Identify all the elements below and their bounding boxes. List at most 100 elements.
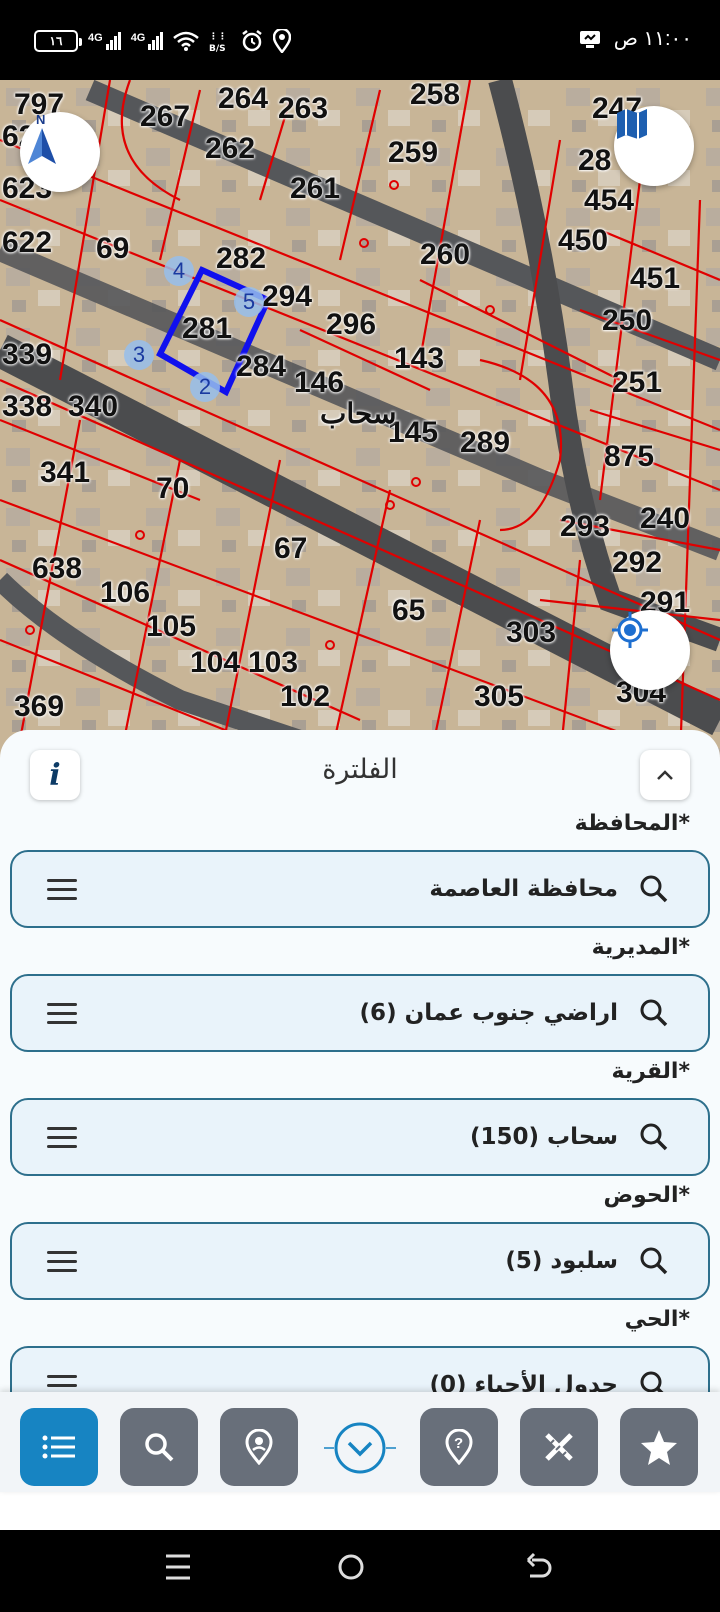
favorites-button[interactable] xyxy=(620,1408,698,1486)
place-marker-button[interactable] xyxy=(220,1408,298,1486)
signal-icon-2: 4G xyxy=(131,32,164,50)
parcel-number-label[interactable]: 292 xyxy=(612,548,662,578)
filter-title: الفلترة xyxy=(322,754,398,785)
field-basin: الحوض* سلبود (5) xyxy=(0,1180,720,1300)
area-name-label: سحاب xyxy=(320,398,397,429)
parcel-number-label[interactable]: 303 xyxy=(506,618,556,648)
governorate-value: محافظة العاصمة xyxy=(429,876,618,902)
measure-tool-button[interactable] xyxy=(520,1408,598,1486)
search-icon xyxy=(145,1433,174,1462)
parcel-number-label[interactable]: 450 xyxy=(558,226,608,256)
location-icon xyxy=(273,29,292,53)
ruler-pencil-icon xyxy=(545,1433,573,1461)
map-view[interactable]: 797 62 267 264 263 258 247 262 259 28 623 261 454 622… xyxy=(0,80,720,760)
list-button[interactable] xyxy=(20,1408,98,1486)
wifi-icon xyxy=(173,31,200,51)
search-icon xyxy=(624,1122,684,1152)
governorate-select[interactable]: محافظة العاصمة xyxy=(10,850,710,928)
compass-letter: N xyxy=(36,112,45,127)
basin-value: سلبود (5) xyxy=(505,1248,618,1274)
parcel-number-label[interactable]: 294 xyxy=(262,282,312,312)
filter-sheet: i الفلترة المحافظة* محافظة العاصمة المدي… xyxy=(0,730,720,1412)
parcel-number-label[interactable]: 250 xyxy=(602,306,652,336)
north-arrow-icon: N xyxy=(28,112,56,164)
parcel-number-label[interactable]: 69 xyxy=(96,234,129,264)
status-left: ١٦ 4G 4G ⋮⋮ B/S xyxy=(34,26,292,56)
parcel-number-label[interactable]: 622 xyxy=(2,228,52,258)
parcel-number-label[interactable]: 341 xyxy=(40,458,90,488)
svg-text:B/S: B/S xyxy=(209,44,226,53)
parcel-number-label[interactable]: 293 xyxy=(560,512,610,542)
parcel-number-label[interactable]: 105 xyxy=(146,612,196,642)
parcel-number-label[interactable]: 451 xyxy=(630,264,680,294)
back-icon[interactable] xyxy=(524,1552,554,1590)
parcel-number-label[interactable]: 638 xyxy=(32,554,82,584)
directorate-select[interactable]: اراضي جنوب عمان (6) xyxy=(10,974,710,1052)
help-button[interactable]: ? xyxy=(420,1408,498,1486)
clock: ١١:٠٠ ص xyxy=(613,28,692,50)
parcel-number-label[interactable]: 261 xyxy=(290,174,340,204)
parcel-number-label[interactable]: 260 xyxy=(420,240,470,270)
bottom-toolbar: ? xyxy=(0,1392,720,1492)
parcel-number-label[interactable]: 28 xyxy=(578,146,611,176)
app-root: ١٦ 4G 4G ⋮⋮ B/S ١١:٠٠ ص 797 62 267 264 2… xyxy=(0,0,720,1612)
parcel-number-label[interactable]: 282 xyxy=(216,244,266,274)
recent-apps-icon[interactable] xyxy=(164,1552,192,1590)
home-icon[interactable] xyxy=(336,1552,366,1590)
parcel-number-label[interactable]: 340 xyxy=(68,392,118,422)
signal-icon: 4G xyxy=(88,32,121,50)
parcel-number-label[interactable]: 103 xyxy=(248,648,298,678)
parcel-number-label[interactable]: 267 xyxy=(140,102,190,132)
menu-icon[interactable] xyxy=(32,1002,92,1024)
crosshair-icon xyxy=(612,612,648,648)
parcel-number-label[interactable]: 102 xyxy=(280,682,330,712)
svg-text:⋮⋮: ⋮⋮ xyxy=(209,32,227,42)
parcel-number-label[interactable]: 875 xyxy=(604,442,654,472)
parcel-number-label[interactable]: 284 xyxy=(236,352,286,382)
plot-vertex-marker: 3 xyxy=(124,340,154,370)
search-tool-button[interactable] xyxy=(120,1408,198,1486)
menu-icon[interactable] xyxy=(32,1126,92,1148)
compass-button[interactable]: N xyxy=(20,112,100,192)
basin-select[interactable]: سلبود (5) xyxy=(10,1222,710,1300)
expand-toggle-button[interactable] xyxy=(322,1410,398,1486)
parcel-number-label[interactable]: 240 xyxy=(640,504,690,534)
village-select[interactable]: سحاب (150) xyxy=(10,1098,710,1176)
parcel-number-label[interactable]: 281 xyxy=(182,314,232,344)
menu-icon[interactable] xyxy=(32,878,92,900)
parcel-number-label[interactable]: 264 xyxy=(218,84,268,114)
parcel-number-label[interactable]: 146 xyxy=(294,368,344,398)
parcel-number-label[interactable]: 259 xyxy=(388,138,438,168)
parcel-number-label[interactable]: 369 xyxy=(14,692,64,722)
parcel-number-label[interactable]: 143 xyxy=(394,344,444,374)
search-icon xyxy=(624,1246,684,1276)
map-layers-button[interactable] xyxy=(614,106,694,186)
parcel-number-label[interactable]: 258 xyxy=(410,80,460,110)
parcel-number-label[interactable]: 339 xyxy=(2,340,52,370)
collapse-button[interactable] xyxy=(640,750,690,800)
parcel-number-label[interactable]: 338 xyxy=(2,392,52,422)
parcel-number-label[interactable]: 296 xyxy=(326,310,376,340)
parcel-number-label[interactable]: 70 xyxy=(156,474,189,504)
parcel-number-label[interactable]: 104 xyxy=(190,648,240,678)
neighborhood-label: الحي* xyxy=(624,1307,690,1332)
my-location-button[interactable] xyxy=(610,610,690,690)
parcel-number-label[interactable]: 289 xyxy=(460,428,510,458)
system-navigation-bar xyxy=(0,1530,720,1612)
parcel-number-label[interactable]: 251 xyxy=(612,368,662,398)
parcel-number-label[interactable]: 454 xyxy=(584,186,634,216)
parcel-number-label[interactable]: 305 xyxy=(474,682,524,712)
plot-vertex-marker: 4 xyxy=(164,256,194,286)
network-type-2: 4G xyxy=(130,32,146,44)
parcel-number-label[interactable]: 263 xyxy=(278,94,328,124)
map-icon xyxy=(617,109,647,139)
parcel-number-label[interactable]: 262 xyxy=(205,134,255,164)
search-icon xyxy=(624,874,684,904)
basin-label: الحوض* xyxy=(603,1183,690,1208)
parcel-number-label[interactable]: 106 xyxy=(100,578,150,608)
menu-icon[interactable] xyxy=(32,1250,92,1272)
parcel-number-label[interactable]: 65 xyxy=(392,596,425,626)
directorate-value: اراضي جنوب عمان (6) xyxy=(359,1000,618,1026)
parcel-number-label[interactable]: 67 xyxy=(274,534,307,564)
list-icon xyxy=(42,1435,75,1459)
